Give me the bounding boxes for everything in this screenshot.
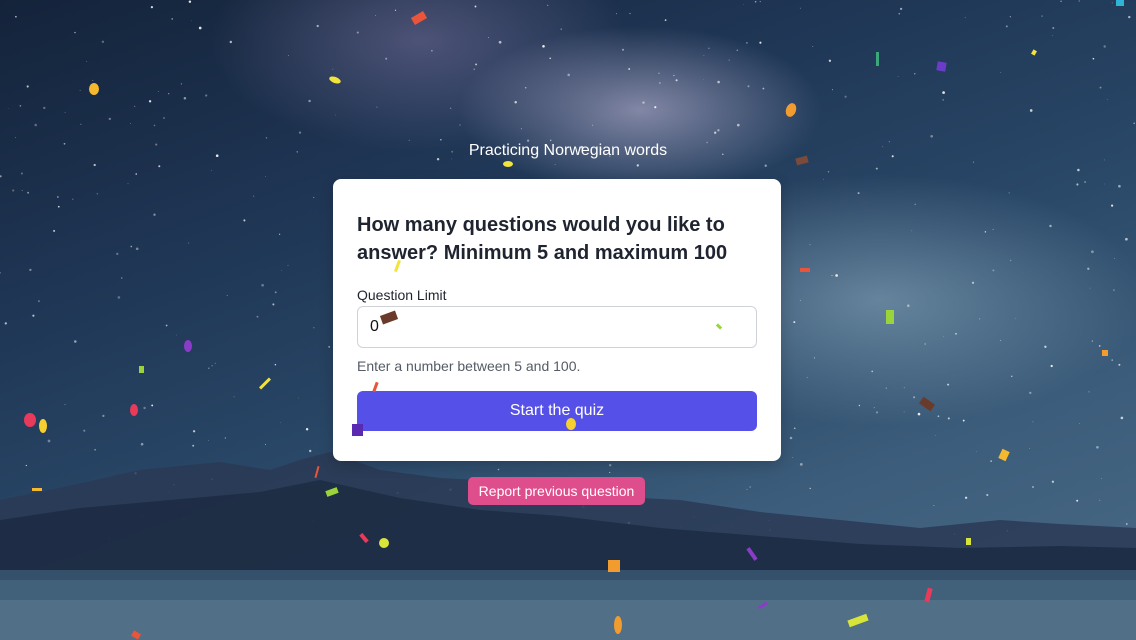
question-count-prompt: How many questions would you like to ans… [357,214,728,264]
start-quiz-button[interactable]: Start the quiz [357,391,757,431]
app-screen: Practicing Norwegian words How many ques… [0,0,1136,640]
report-previous-question-button[interactable]: Report previous question [468,477,645,505]
question-limit-help-text: Enter a number between 5 and 100. [357,358,581,374]
quiz-setup-card: How many questions would you like to ans… [333,179,781,461]
page-title: Practicing Norwegian words [468,142,668,159]
question-limit-input[interactable] [357,306,757,348]
question-limit-label: Question Limit [357,287,447,303]
